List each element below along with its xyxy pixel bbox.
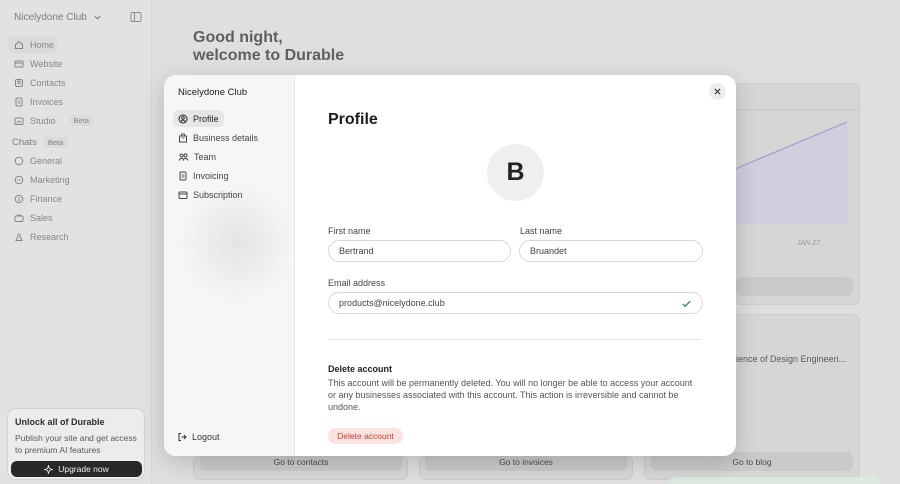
invoice-icon (178, 171, 188, 181)
email-label: Email address (328, 278, 386, 288)
delete-account-button[interactable]: Delete account (328, 428, 403, 444)
last-name-field[interactable]: Bruandet (519, 240, 703, 262)
check-icon (681, 298, 692, 309)
settings-tab-label: Team (194, 151, 217, 162)
logout-icon (177, 432, 187, 442)
user-circle-icon (178, 114, 188, 124)
first-name-field[interactable]: Bertrand (328, 240, 511, 262)
building-icon (178, 133, 188, 143)
close-icon (714, 88, 721, 95)
first-name-value: Bertrand (339, 246, 374, 256)
logout-label: Logout (192, 432, 220, 442)
email-value: products@nicelydone.club (339, 298, 445, 308)
settings-tab-invoicing[interactable]: Invoicing (173, 167, 234, 184)
settings-sidebar: Nicelydone Club Profile Business details… (164, 75, 295, 456)
delete-account-description: This account will be permanently deleted… (328, 378, 693, 412)
credit-card-icon (178, 190, 188, 200)
close-button[interactable] (709, 83, 726, 100)
settings-workspace-title: Nicelydone Club (178, 87, 248, 98)
team-icon (178, 152, 189, 162)
settings-tab-label: Business details (193, 132, 259, 143)
last-name-label: Last name (520, 226, 563, 236)
settings-tab-team[interactable]: Team (173, 148, 221, 165)
settings-tab-business-details[interactable]: Business details (173, 129, 263, 146)
settings-tab-label: Profile (193, 113, 219, 124)
delete-account-title: Delete account (328, 364, 393, 374)
settings-tab-subscription[interactable]: Subscription (173, 186, 248, 203)
settings-tab-profile[interactable]: Profile (173, 110, 224, 127)
settings-tab-label: Invoicing (193, 170, 229, 181)
profile-panel: Profile B First name Bertrand Last name … (295, 75, 736, 456)
first-name-label: First name (328, 226, 371, 236)
last-name-value: Bruandet (530, 246, 567, 256)
divider (328, 339, 702, 340)
settings-modal: Nicelydone Club Profile Business details… (164, 75, 736, 456)
email-field[interactable]: products@nicelydone.club (328, 292, 703, 314)
logout-button[interactable]: Logout (177, 432, 220, 442)
avatar[interactable]: B (487, 144, 544, 201)
settings-tab-label: Subscription (193, 189, 243, 200)
page-title: Profile (328, 111, 378, 128)
